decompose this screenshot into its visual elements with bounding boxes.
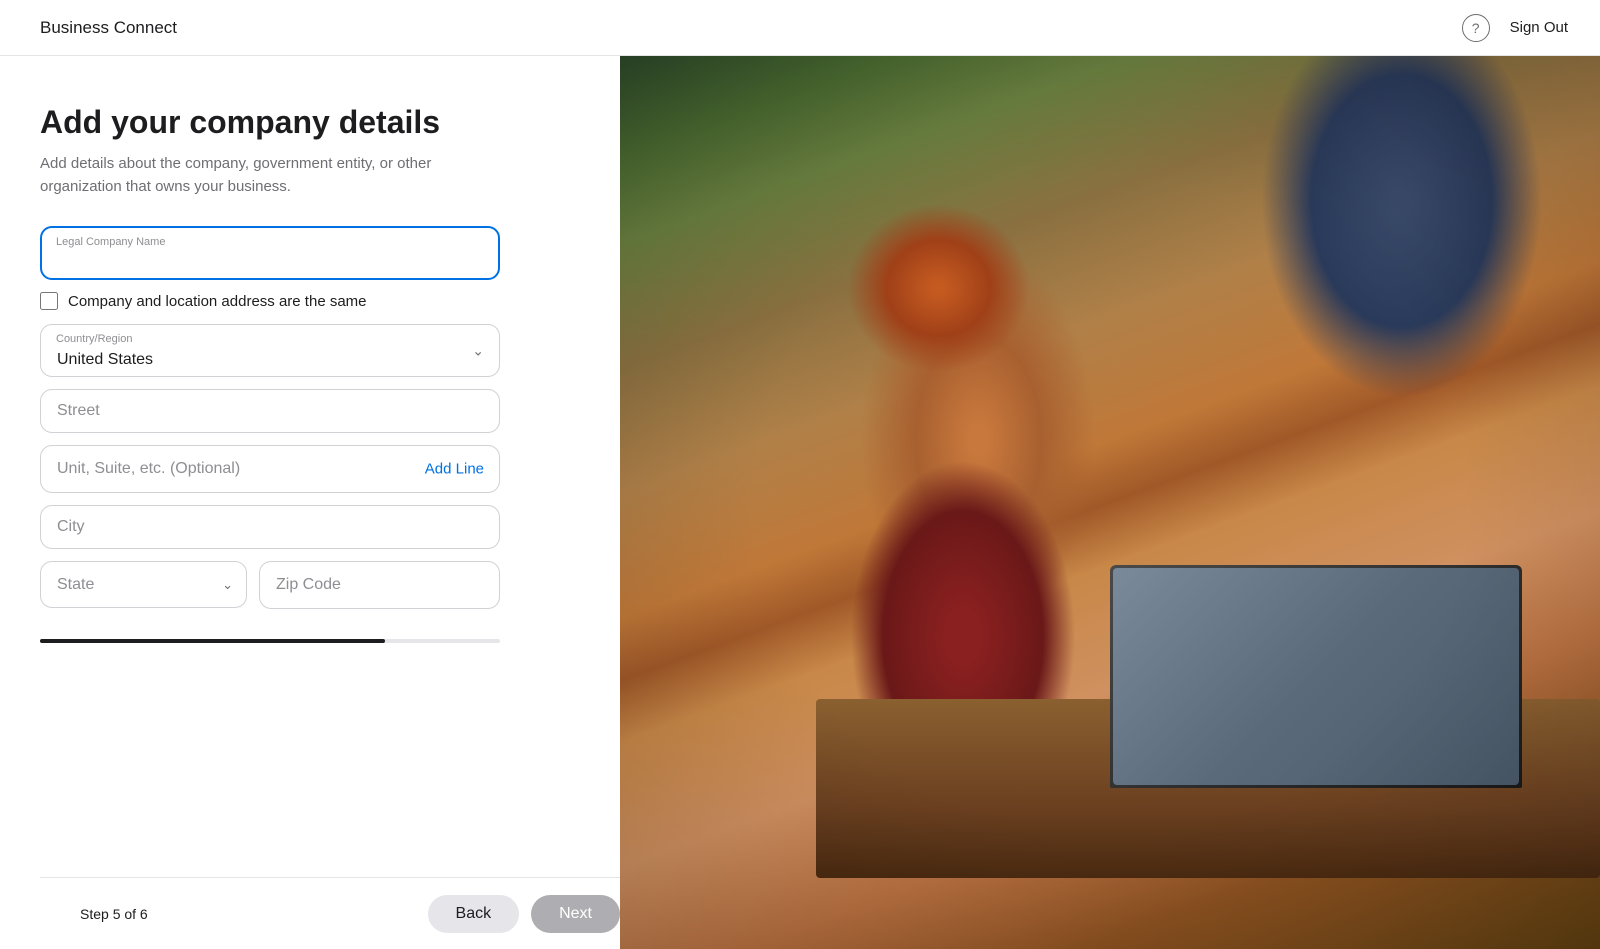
left-panel: Add your company details Add details abo…: [0, 56, 620, 949]
same-address-checkbox[interactable]: [40, 292, 58, 310]
footer: Step 5 of 6 Back Next: [40, 877, 620, 949]
logo: Business Connect: [32, 18, 177, 38]
legal-company-name-input[interactable]: [40, 226, 500, 280]
header: Business Connect ? Sign Out: [0, 0, 1600, 56]
help-button[interactable]: ?: [1462, 14, 1490, 42]
country-wrapper: Country/Region United States Canada Unit…: [40, 324, 500, 377]
add-line-button[interactable]: Add Line: [425, 461, 484, 478]
main-content: Add your company details Add details abo…: [0, 56, 1600, 949]
header-right: ? Sign Out: [1462, 14, 1568, 42]
progress-track: [40, 639, 500, 643]
help-icon: ?: [1472, 20, 1480, 36]
logo-text: Business Connect: [40, 18, 177, 38]
back-button[interactable]: Back: [428, 895, 520, 933]
form-container: Legal Company Name Company and location …: [40, 226, 580, 877]
state-zip-row: State ALAKAZAR CACOCTDE FLGAHIID ILINIAK…: [40, 561, 500, 609]
vignette: [620, 56, 1600, 949]
state-select-wrapper: State ALAKAZAR CACOCTDE FLGAHIID ILINIAK…: [40, 561, 247, 609]
country-select[interactable]: United States Canada United Kingdom Aust…: [40, 324, 500, 377]
same-address-label: Company and location address are the sam…: [68, 293, 367, 310]
footer-buttons: Back Next: [428, 895, 620, 933]
progress-area: [40, 621, 500, 661]
progress-fill: [40, 639, 385, 643]
city-input[interactable]: [40, 505, 500, 549]
street-input[interactable]: [40, 389, 500, 433]
page-description: Add details about the company, governmen…: [40, 153, 440, 198]
next-button[interactable]: Next: [531, 895, 620, 933]
checkbox-row: Company and location address are the sam…: [40, 292, 500, 310]
state-select[interactable]: State ALAKAZAR CACOCTDE FLGAHIID ILINIAK…: [40, 561, 247, 608]
right-panel: [620, 56, 1600, 949]
zip-input[interactable]: [259, 561, 500, 609]
legal-company-name-wrapper: Legal Company Name: [40, 226, 500, 280]
hero-image: [620, 56, 1600, 949]
step-label: Step 5 of 6: [80, 906, 148, 922]
sign-out-button[interactable]: Sign Out: [1510, 19, 1568, 36]
page-title: Add your company details: [40, 104, 580, 141]
unit-wrapper: Add Line: [40, 445, 500, 493]
